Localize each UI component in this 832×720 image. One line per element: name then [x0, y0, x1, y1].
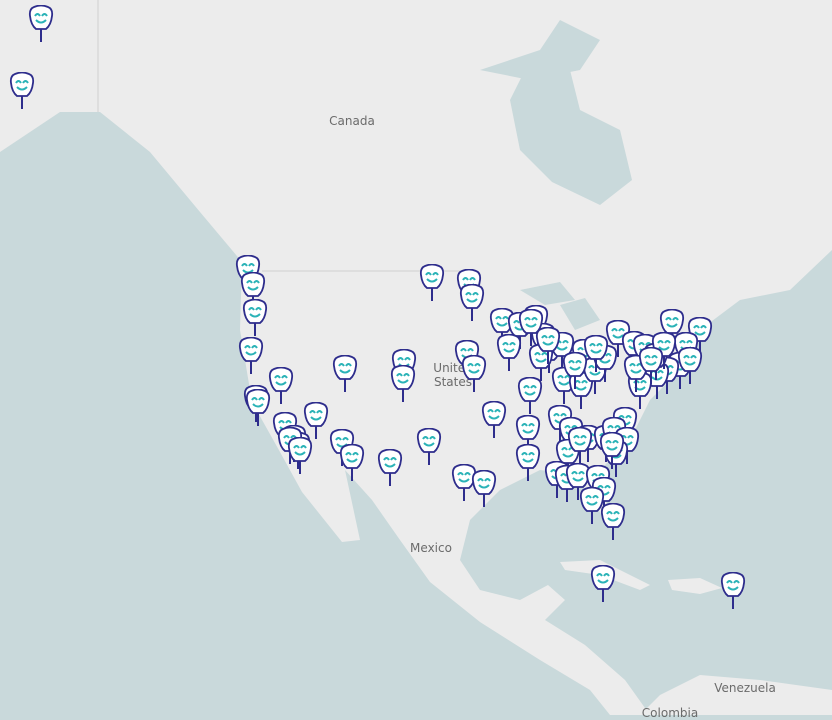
location-marker[interactable]: [416, 428, 442, 466]
smiley-pin-icon: [287, 437, 313, 474]
location-marker[interactable]: [590, 565, 616, 603]
smiley-pin-icon: [590, 565, 616, 602]
smiley-pin-icon: [461, 355, 487, 392]
smiley-pin-icon: [390, 365, 416, 402]
location-marker[interactable]: [461, 355, 487, 393]
location-marker[interactable]: [518, 309, 544, 347]
smiley-pin-icon: [416, 428, 442, 465]
smiley-pin-icon: [567, 427, 593, 464]
smiley-pin-icon: [419, 264, 445, 301]
smiley-pin-icon: [268, 367, 294, 404]
smiley-pin-icon: [238, 337, 264, 374]
smiley-pin-icon: [377, 449, 403, 486]
location-marker[interactable]: [242, 299, 268, 337]
location-marker[interactable]: [517, 377, 543, 415]
location-marker[interactable]: [481, 401, 507, 439]
location-marker[interactable]: [562, 352, 588, 390]
location-marker[interactable]: [332, 355, 358, 393]
smiley-pin-icon: [339, 444, 365, 481]
location-marker[interactable]: [238, 337, 264, 375]
smiley-pin-icon: [471, 470, 497, 507]
hispaniola-land: [668, 578, 722, 594]
location-marker[interactable]: [245, 389, 271, 427]
smiley-pin-icon: [459, 284, 485, 321]
location-marker[interactable]: [567, 427, 593, 465]
location-marker[interactable]: [419, 264, 445, 302]
location-marker[interactable]: [28, 5, 54, 43]
smiley-pin-icon: [517, 377, 543, 414]
label-mexico: Mexico: [410, 541, 452, 555]
label-venezuela: Venezuela: [714, 681, 776, 695]
smiley-pin-icon: [332, 355, 358, 392]
location-marker[interactable]: [287, 437, 313, 475]
location-marker[interactable]: [599, 432, 625, 470]
location-marker[interactable]: [471, 470, 497, 508]
location-marker[interactable]: [638, 347, 664, 385]
location-marker[interactable]: [720, 572, 746, 610]
smiley-pin-icon: [515, 444, 541, 481]
location-marker[interactable]: [600, 503, 626, 541]
smiley-pin-icon: [599, 432, 625, 469]
smiley-pin-icon: [720, 572, 746, 609]
smiley-pin-icon: [242, 299, 268, 336]
location-marker[interactable]: [339, 444, 365, 482]
smiley-pin-icon: [600, 503, 626, 540]
label-canada: Canada: [329, 114, 375, 128]
smiley-pin-icon: [677, 347, 703, 384]
smiley-pin-icon: [518, 309, 544, 346]
location-marker[interactable]: [677, 347, 703, 385]
location-marker[interactable]: [377, 449, 403, 487]
location-marker[interactable]: [390, 365, 416, 403]
location-marker[interactable]: [515, 444, 541, 482]
location-marker[interactable]: [459, 284, 485, 322]
smiley-pin-icon: [562, 352, 588, 389]
smiley-pin-icon: [245, 389, 271, 426]
map[interactable]: Canada United States Mexico Venezuela Co…: [0, 0, 832, 720]
smiley-pin-icon: [9, 72, 35, 109]
smiley-pin-icon: [481, 401, 507, 438]
smiley-pin-icon: [28, 5, 54, 42]
location-marker[interactable]: [268, 367, 294, 405]
label-colombia: Colombia: [641, 706, 699, 720]
smiley-pin-icon: [638, 347, 664, 384]
location-marker[interactable]: [9, 72, 35, 110]
